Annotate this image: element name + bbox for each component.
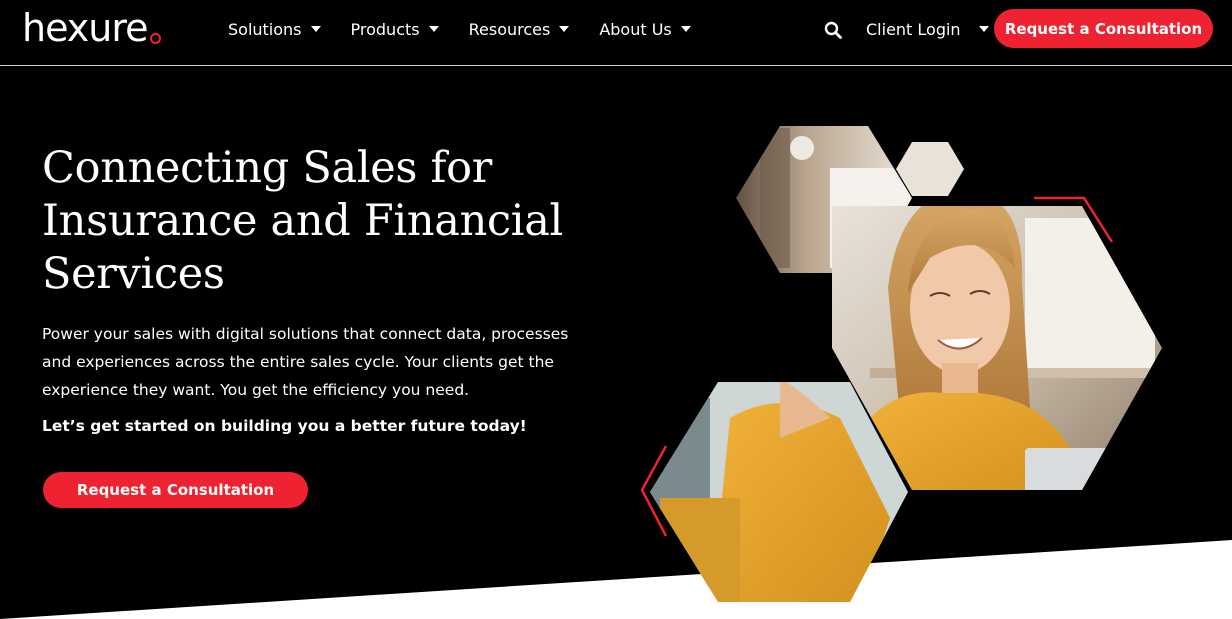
caret-down-icon	[680, 26, 691, 32]
hero-description: Power your sales with digital solutions …	[42, 325, 569, 399]
nav-item-label: Products	[350, 19, 420, 39]
logo-wordmark: hexure	[22, 6, 149, 50]
caret-down-icon	[310, 26, 321, 32]
hero-request-consultation-button[interactable]: Request a Consultation	[43, 472, 308, 508]
hero-tagline: Let’s get started on building you a bett…	[42, 417, 527, 435]
caret-down-icon	[559, 26, 570, 32]
nav-item-solutions[interactable]: Solutions	[228, 20, 321, 39]
nav-item-products[interactable]: Products	[351, 20, 439, 39]
caret-down-icon	[978, 26, 989, 32]
photo-hexagon-tiny	[896, 142, 964, 196]
nav-item-label: About Us	[599, 19, 672, 39]
site-header: hexure Solutions Products Resources Abou…	[0, 0, 1232, 66]
client-login-label: Client Login	[866, 19, 961, 39]
hero-title: Connecting Sales for Insurance and Finan…	[42, 143, 563, 299]
logo-dot-icon	[149, 33, 161, 44]
nav-item-label: Solutions	[228, 19, 302, 39]
hexure-logo[interactable]: hexure	[22, 8, 161, 48]
hero-hexagon-collage	[640, 126, 1162, 602]
request-consultation-button[interactable]: Request a Consultation	[994, 9, 1213, 48]
client-login-menu[interactable]: Client Login	[866, 0, 989, 58]
nav-item-about-us[interactable]: About Us	[599, 19, 691, 39]
search-icon[interactable]	[824, 21, 842, 39]
main-nav: Solutions Products Resources About Us	[228, 0, 721, 58]
nav-item-resources[interactable]: Resources	[469, 20, 570, 39]
nav-item-label: Resources	[468, 19, 551, 39]
caret-down-icon	[428, 26, 439, 32]
